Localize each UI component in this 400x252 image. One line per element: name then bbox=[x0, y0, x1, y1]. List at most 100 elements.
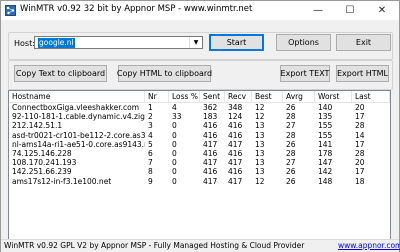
stat-cell: 148 bbox=[318, 176, 333, 186]
column-header-loss[interactable]: Loss % bbox=[169, 91, 200, 102]
stat-cell: 20 bbox=[355, 158, 365, 168]
stat-cell: 20 bbox=[355, 103, 365, 112]
hostname-cell: ams17s12-in-f3.1e100.net bbox=[12, 176, 112, 186]
stat-cell: 0 bbox=[172, 167, 177, 177]
hostname-cell: ConnectboxGiga.vleeshakker.com bbox=[12, 103, 140, 112]
stat-cell: 1 bbox=[148, 103, 153, 112]
close-button[interactable]: ✕ bbox=[367, 1, 397, 20]
host-label: Host: bbox=[14, 39, 35, 48]
stat-cell: 155 bbox=[318, 130, 333, 140]
stat-cell: 362 bbox=[203, 103, 218, 112]
stat-cell: 183 bbox=[203, 112, 218, 122]
maximize-button[interactable]: ☐ bbox=[335, 1, 365, 20]
exit-button[interactable]: Exit bbox=[336, 34, 391, 51]
column-header-hostname[interactable]: Hostname bbox=[9, 91, 145, 102]
results-table[interactable]: Hostname Nr Loss % Sent Recv Best Avrg Worst Las… bbox=[8, 90, 391, 248]
stat-cell: 0 bbox=[172, 130, 177, 140]
stat-cell: 28 bbox=[355, 149, 365, 158]
stat-cell: 140 bbox=[318, 103, 333, 112]
stat-cell: 28 bbox=[286, 112, 296, 122]
start-button[interactable]: Start bbox=[209, 34, 264, 51]
stat-cell: 4 bbox=[148, 130, 153, 140]
copy-html-button[interactable]: Copy HTML to clipboard bbox=[117, 65, 212, 82]
minimize-button[interactable]: — bbox=[303, 1, 333, 20]
stat-cell: 417 bbox=[228, 158, 243, 168]
stat-cell: 28 bbox=[355, 121, 365, 131]
stat-cell: 26 bbox=[286, 103, 296, 112]
winmtr-window: WinMTR v0.92 32 bit by Appnor MSP - www.… bbox=[0, 0, 400, 252]
export-text-button[interactable]: Export TEXT bbox=[280, 65, 330, 82]
stat-cell: 12 bbox=[255, 103, 265, 112]
stat-cell: 14 bbox=[355, 130, 365, 140]
hostname-cell: 74.125.146.228 bbox=[12, 149, 72, 158]
table-row[interactable]: 212.142.51.1 3 0 416 416 13 27 155 28 bbox=[9, 121, 390, 130]
stat-cell: 416 bbox=[203, 121, 218, 131]
stat-cell: 13 bbox=[255, 121, 265, 131]
stat-cell: 7 bbox=[148, 158, 153, 168]
column-header-recv[interactable]: Recv bbox=[225, 91, 252, 102]
table-row[interactable]: 142.251.66.239 8 0 416 416 13 26 142 17 bbox=[9, 167, 390, 176]
stat-cell: 13 bbox=[255, 130, 265, 140]
stat-cell: 155 bbox=[318, 121, 333, 131]
resize-grip-icon[interactable]: ⋱ bbox=[390, 243, 398, 251]
stat-cell: 17 bbox=[355, 167, 365, 177]
column-header-nr[interactable]: Nr bbox=[145, 91, 169, 102]
stat-cell: 18 bbox=[355, 176, 365, 186]
stat-cell: 348 bbox=[228, 103, 243, 112]
hostname-cell: 108.170.241.193 bbox=[12, 158, 77, 168]
stat-cell: 417 bbox=[203, 139, 218, 149]
stat-cell: 416 bbox=[228, 130, 243, 140]
stat-cell: 416 bbox=[228, 167, 243, 177]
column-header-worst[interactable]: Worst bbox=[315, 91, 352, 102]
options-button[interactable]: Options bbox=[276, 34, 331, 51]
status-bar: WinMTR v0.92 GPL V2 by Appnor MSP - Full… bbox=[1, 239, 400, 252]
title-bar[interactable]: WinMTR v0.92 32 bit by Appnor MSP - www.… bbox=[1, 1, 399, 20]
hostname-cell: asd-tr0021-cr101-be112-2.core.as33... bbox=[12, 130, 145, 140]
table-row[interactable]: 92-110-181-1.cable.dynamic.v4.zigg... 2 33… bbox=[9, 112, 390, 121]
stat-cell: 0 bbox=[172, 176, 177, 186]
stat-cell: 417 bbox=[228, 176, 243, 186]
column-header-last[interactable]: Last bbox=[352, 91, 390, 102]
table-row[interactable]: 74.125.146.228 6 0 416 416 13 28 178 28 bbox=[9, 149, 390, 158]
close-icon: ✕ bbox=[377, 5, 387, 16]
stat-cell: 17 bbox=[355, 112, 365, 122]
window-title: WinMTR v0.92 32 bit by Appnor MSP - www.… bbox=[20, 4, 253, 14]
stat-cell: 124 bbox=[228, 112, 243, 122]
stat-cell: 5 bbox=[148, 139, 153, 149]
stat-cell: 135 bbox=[318, 112, 333, 122]
column-header-best[interactable]: Best bbox=[252, 91, 283, 102]
stat-cell: 4 bbox=[172, 103, 177, 112]
maximize-icon: ☐ bbox=[345, 5, 355, 16]
stat-cell: 27 bbox=[286, 121, 296, 131]
table-row[interactable]: nl-ams14a-ri1-ae51-0.core.as9143.net 5 0 41… bbox=[9, 140, 390, 149]
network-app-icon bbox=[5, 5, 16, 16]
stat-cell: 6 bbox=[148, 149, 153, 158]
stat-cell: 416 bbox=[203, 149, 218, 158]
stat-cell: 417 bbox=[228, 139, 243, 149]
copy-text-button[interactable]: Copy Text to clipboard bbox=[14, 65, 107, 82]
host-input-value[interactable]: google.nl bbox=[38, 38, 75, 48]
stat-cell: 33 bbox=[172, 112, 182, 122]
stat-cell: 416 bbox=[228, 121, 243, 131]
table-row[interactable]: asd-tr0021-cr101-be112-2.core.as33... 4 0 4… bbox=[9, 131, 390, 140]
column-header-sent[interactable]: Sent bbox=[200, 91, 225, 102]
stat-cell: 26 bbox=[286, 167, 296, 177]
stat-cell: 17 bbox=[355, 139, 365, 149]
stat-cell: 27 bbox=[286, 158, 296, 168]
hostname-cell: 142.251.66.239 bbox=[12, 167, 72, 177]
chevron-down-icon[interactable]: ▼ bbox=[189, 37, 202, 48]
table-row[interactable]: ams17s12-in-f3.1e100.net 9 0 417 417 12 26 148 1… bbox=[9, 177, 390, 186]
table-row[interactable]: ConnectboxGiga.vleeshakker.com 1 4 362 348 12… bbox=[9, 103, 390, 112]
column-header-avrg[interactable]: Avrg bbox=[283, 91, 315, 102]
table-row[interactable]: 108.170.241.193 7 0 417 417 13 27 147 20 bbox=[9, 158, 390, 167]
host-combobox[interactable]: google.nl ▼ bbox=[34, 36, 203, 49]
stat-cell: 28 bbox=[286, 130, 296, 140]
stat-cell: 141 bbox=[318, 139, 333, 149]
stat-cell: 26 bbox=[286, 176, 296, 186]
stat-cell: 147 bbox=[318, 158, 333, 168]
stat-cell: 2 bbox=[148, 112, 153, 122]
stat-cell: 417 bbox=[203, 176, 218, 186]
stat-cell: 28 bbox=[286, 149, 296, 158]
export-html-button[interactable]: Export HTML bbox=[336, 65, 389, 82]
stat-cell: 0 bbox=[172, 139, 177, 149]
